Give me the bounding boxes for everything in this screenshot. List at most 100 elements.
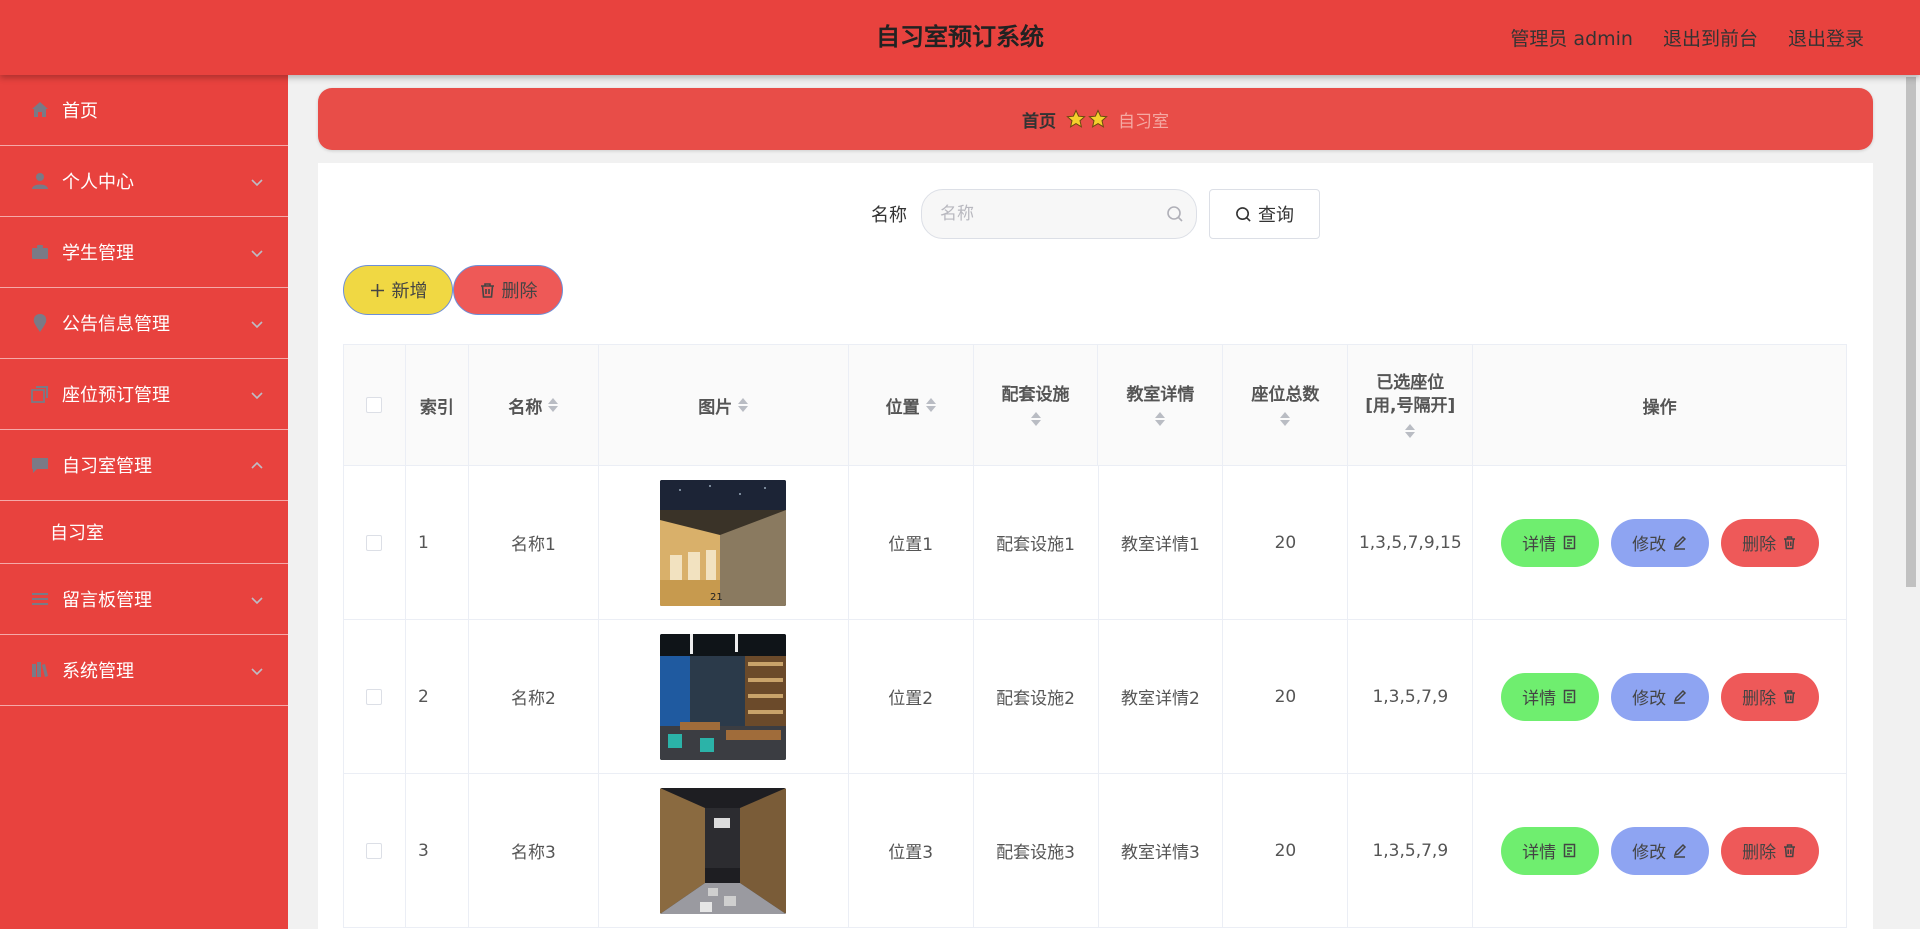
edit-button-label: 修改 <box>1632 843 1667 863</box>
trash-icon <box>1784 536 1796 550</box>
header-selected-seats[interactable]: 已选座位 [用,号隔开] <box>1348 345 1474 466</box>
edit-button[interactable]: 修改 <box>1610 826 1709 875</box>
document-icon <box>1563 843 1576 858</box>
cell-selected-seats: 1,3,5,7,9 <box>1348 774 1474 928</box>
header-facilities-label: 配套设施 <box>1001 384 1070 405</box>
sidebar-subitem-study-room[interactable]: 自习室 <box>0 501 288 564</box>
bulk-delete-button[interactable]: 删除 <box>453 265 563 315</box>
room-photo[interactable]: 21 <box>660 479 787 606</box>
search-button[interactable]: 查询 <box>1209 189 1320 239</box>
sort-icon[interactable] <box>1405 423 1416 438</box>
cell-index: 2 <box>405 620 469 774</box>
select-all-checkbox[interactable] <box>366 397 383 413</box>
sort-icon[interactable] <box>1155 412 1166 427</box>
header-facilities[interactable]: 配套设施 <box>973 345 1099 466</box>
breadcrumb-home[interactable]: 首页 <box>1022 107 1056 132</box>
delete-button[interactable]: 删除 <box>1720 518 1819 567</box>
delete-button-label: 删除 <box>1742 843 1777 863</box>
sort-icon[interactable] <box>738 398 749 412</box>
sidebar-item-label: 学生管理 <box>62 243 134 264</box>
header-details[interactable]: 教室详情 <box>1098 345 1224 466</box>
search-icon <box>1236 206 1251 222</box>
detail-button-label: 详情 <box>1522 843 1557 863</box>
sidebar-item-message-board[interactable]: 留言板管理 <box>0 564 288 635</box>
cell-location: 位置3 <box>848 774 974 928</box>
logout-link[interactable]: 退出登录 <box>1788 24 1864 51</box>
briefcase-icon <box>30 242 50 262</box>
add-button[interactable]: 新增 <box>343 265 453 315</box>
search-field <box>921 189 1197 239</box>
sidebar-item-label: 座位预订管理 <box>62 385 170 406</box>
trash-icon <box>1784 844 1796 858</box>
detail-button[interactable]: 详情 <box>1500 826 1599 875</box>
breadcrumb-separator <box>1066 109 1108 129</box>
row-checkbox[interactable] <box>366 842 383 859</box>
chevron-down-icon <box>250 387 264 401</box>
row-actions: 详情 修改 删除 <box>1500 826 1819 875</box>
sidebar-item-label: 系统管理 <box>62 661 134 682</box>
header-seat-total[interactable]: 座位总数 <box>1223 345 1349 466</box>
detail-button[interactable]: 详情 <box>1500 518 1599 567</box>
trash-icon <box>1784 690 1796 704</box>
header-location[interactable]: 位置 <box>848 345 974 466</box>
row-checkbox[interactable] <box>366 688 383 705</box>
sidebar-item-system-management[interactable]: 系统管理 <box>0 635 288 706</box>
message-icon <box>30 455 50 475</box>
search-bar: 名称 查询 <box>318 188 1873 240</box>
edit-icon <box>1673 843 1687 858</box>
trash-icon <box>480 282 494 298</box>
header-name[interactable]: 名称 <box>468 345 599 466</box>
sort-icon[interactable] <box>925 398 936 412</box>
exit-to-front-link[interactable]: 退出到前台 <box>1663 24 1758 51</box>
admin-user-label[interactable]: 管理员 admin <box>1510 24 1633 51</box>
header-index: 索引 <box>405 345 469 466</box>
cell-facilities: 配套设施2 <box>973 620 1099 774</box>
chevron-down-icon <box>250 316 264 330</box>
action-toolbar: 新增 删除 <box>343 265 563 315</box>
sidebar-item-label: 公告信息管理 <box>62 314 170 335</box>
cell-location: 位置2 <box>848 620 974 774</box>
breadcrumb-current: 自习室 <box>1118 111 1169 132</box>
header-image[interactable]: 图片 <box>598 345 849 466</box>
delete-button[interactable]: 删除 <box>1720 826 1819 875</box>
cell-name: 名称2 <box>468 620 599 774</box>
cell-location: 位置1 <box>848 466 974 620</box>
add-button-label: 新增 <box>391 281 428 302</box>
room-photo[interactable] <box>660 633 787 760</box>
sidebar-item-label: 自习室管理 <box>62 456 152 477</box>
scrollbar-thumb[interactable] <box>1906 77 1916 587</box>
sort-icon[interactable] <box>548 398 559 412</box>
page-scrollbar[interactable] <box>1902 75 1920 929</box>
sidebar-item-student-management[interactable]: 学生管理 <box>0 217 288 288</box>
cell-details: 教室详情1 <box>1098 466 1224 620</box>
header-links: 管理员 admin 退出到前台 退出登录 <box>1510 0 1864 75</box>
sidebar-item-notice-management[interactable]: 公告信息管理 <box>0 288 288 359</box>
sort-icon[interactable] <box>1030 412 1041 427</box>
sidebar-item-home[interactable]: 首页 <box>0 75 288 146</box>
sort-icon[interactable] <box>1280 412 1291 427</box>
svg-text:21: 21 <box>710 592 723 603</box>
sidebar-item-label: 首页 <box>62 101 98 122</box>
edit-button[interactable]: 修改 <box>1610 672 1709 721</box>
location-icon <box>30 313 50 333</box>
detail-button[interactable]: 详情 <box>1500 672 1599 721</box>
search-icon <box>1166 205 1184 223</box>
row-actions: 详情 修改 删除 <box>1500 672 1819 721</box>
search-input[interactable] <box>922 190 1196 238</box>
edit-icon <box>1673 535 1687 550</box>
sidebar-item-personal-center[interactable]: 个人中心 <box>0 146 288 217</box>
header-selected-seats-label: 已选座位 [用,号隔开] <box>1365 372 1455 418</box>
header-details-label: 教室详情 <box>1126 384 1195 405</box>
header-seat-total-label: 座位总数 <box>1251 384 1320 405</box>
delete-button[interactable]: 删除 <box>1720 672 1819 721</box>
bulk-delete-button-label: 删除 <box>501 281 538 302</box>
detail-button-label: 详情 <box>1522 535 1557 555</box>
sidebar-item-study-room-management[interactable]: 自习室管理 <box>0 430 288 501</box>
row-checkbox[interactable] <box>366 534 383 551</box>
row-actions: 详情 修改 删除 <box>1500 518 1819 567</box>
room-photo[interactable] <box>660 787 787 914</box>
star-icon <box>1088 109 1108 128</box>
edit-button[interactable]: 修改 <box>1610 518 1709 567</box>
sidebar-item-seat-booking[interactable]: 座位预订管理 <box>0 359 288 430</box>
cell-selected-seats: 1,3,5,7,9,15 <box>1348 466 1474 620</box>
